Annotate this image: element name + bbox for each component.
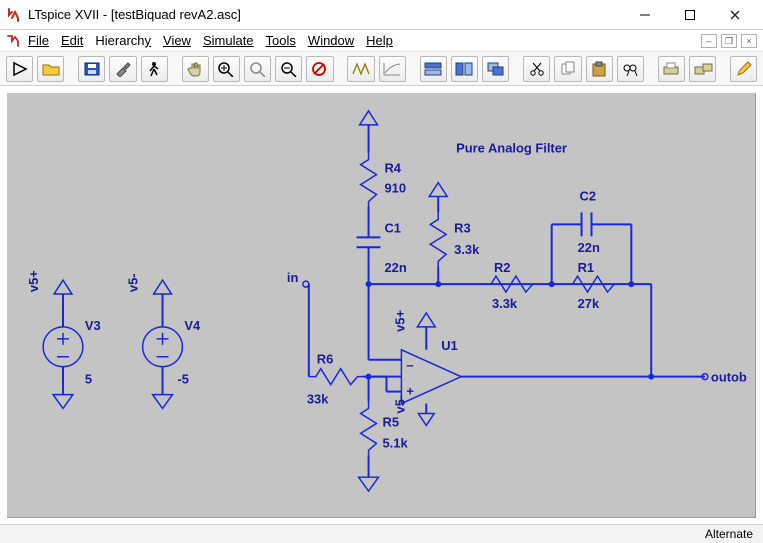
- component-R5[interactable]: [361, 402, 377, 456]
- mdi-minimize[interactable]: –: [701, 34, 717, 48]
- toolbar: [0, 52, 763, 86]
- rail-v5minus: v5-: [392, 395, 407, 414]
- component-C2[interactable]: [582, 212, 592, 236]
- menu-hierarchy[interactable]: Hierarchy: [95, 33, 151, 48]
- vcc-R3: [429, 183, 447, 205]
- label-V3[interactable]: V3: [85, 318, 101, 333]
- component-R4[interactable]: [361, 153, 377, 207]
- label-R2[interactable]: R2: [494, 260, 511, 275]
- menu-file[interactable]: File: [28, 33, 49, 48]
- zoom-out-icon[interactable]: [275, 56, 302, 82]
- label-R1[interactable]: R1: [578, 260, 595, 275]
- app-icon: [6, 7, 22, 23]
- gnd-V3: [53, 387, 73, 409]
- maximize-button[interactable]: [667, 1, 712, 29]
- cascade-icon[interactable]: [482, 56, 509, 82]
- menu-simulate[interactable]: Simulate: [203, 33, 254, 48]
- value-R4[interactable]: 910: [384, 181, 406, 196]
- label-C1[interactable]: C1: [384, 220, 401, 235]
- label-R6[interactable]: R6: [317, 352, 334, 367]
- svg-text:v5-: v5-: [126, 273, 141, 292]
- net-outob: outob: [711, 370, 747, 385]
- component-C1[interactable]: [357, 228, 381, 256]
- rail-v5plus: v5+: [392, 310, 407, 332]
- mdi-restore[interactable]: ❐: [721, 34, 737, 48]
- status-mode: Alternate: [705, 527, 753, 541]
- minimize-button[interactable]: [622, 1, 667, 29]
- zoom-in-icon[interactable]: [213, 56, 240, 82]
- doc-icon: [6, 33, 22, 49]
- label-C2[interactable]: C2: [580, 188, 597, 203]
- label-U1[interactable]: U1: [441, 338, 458, 353]
- value-R3[interactable]: 3.3k: [454, 242, 480, 257]
- find-icon[interactable]: [617, 56, 644, 82]
- pencil-icon[interactable]: [730, 56, 757, 82]
- vcc-R4: [360, 111, 378, 133]
- no-zoom-icon[interactable]: [306, 56, 333, 82]
- tile-h-icon[interactable]: [420, 56, 447, 82]
- status-bar: Alternate: [0, 524, 763, 543]
- running-man-icon[interactable]: [141, 56, 168, 82]
- label-R3[interactable]: R3: [454, 220, 471, 235]
- svg-text:v5+: v5+: [26, 270, 41, 292]
- pan-icon[interactable]: [182, 56, 209, 82]
- value-R6[interactable]: 33k: [307, 392, 329, 407]
- value-C2[interactable]: 22n: [578, 240, 600, 255]
- log-axis-icon[interactable]: [379, 56, 406, 82]
- value-R1[interactable]: 27k: [578, 296, 600, 311]
- component-R3[interactable]: [430, 212, 446, 266]
- component-R6[interactable]: [309, 369, 363, 385]
- menu-help[interactable]: Help: [366, 33, 393, 48]
- print-icon[interactable]: [658, 56, 685, 82]
- cut-icon[interactable]: [523, 56, 550, 82]
- net-in: in: [287, 270, 299, 285]
- print-setup-icon[interactable]: [689, 56, 716, 82]
- zoom-fit-icon[interactable]: [244, 56, 271, 82]
- value-V4[interactable]: -5: [177, 372, 189, 387]
- label-V4[interactable]: V4: [184, 318, 201, 333]
- schematic-viewport[interactable]: Pure Analog Filter: [0, 86, 763, 524]
- component-U1[interactable]: – +: [401, 350, 461, 404]
- value-R5[interactable]: 5.1k: [382, 435, 408, 450]
- save-button[interactable]: [78, 56, 105, 82]
- net-v5plus-flag: v5+: [26, 270, 72, 302]
- paste-icon[interactable]: [586, 56, 613, 82]
- open-button[interactable]: [37, 56, 64, 82]
- net-v5minus-flag: v5-: [126, 273, 172, 302]
- titlebar: LTspice XVII - [testBiquad revA2.asc]: [0, 0, 763, 30]
- value-V3[interactable]: 5: [85, 372, 92, 387]
- value-R2[interactable]: 3.3k: [492, 296, 518, 311]
- mdi-chrome: – ❐ ×: [701, 34, 757, 48]
- menu-edit[interactable]: Edit: [61, 33, 83, 48]
- close-button[interactable]: [712, 1, 757, 29]
- hammer-icon[interactable]: [109, 56, 136, 82]
- component-V4[interactable]: [143, 327, 183, 367]
- label-R4[interactable]: R4: [384, 161, 401, 176]
- menu-bar: File Edit Hierarchy View Simulate Tools …: [0, 30, 763, 52]
- value-C1[interactable]: 22n: [384, 260, 406, 275]
- menu-window[interactable]: Window: [308, 33, 354, 48]
- svg-text:–: –: [406, 358, 413, 373]
- menu-tools[interactable]: Tools: [266, 33, 296, 48]
- window-title: LTspice XVII - [testBiquad revA2.asc]: [28, 7, 241, 22]
- mdi-close[interactable]: ×: [741, 34, 757, 48]
- gnd-R5: [359, 469, 379, 491]
- label-R5[interactable]: R5: [382, 414, 399, 429]
- waveform-icon[interactable]: [347, 56, 374, 82]
- copy-icon[interactable]: [554, 56, 581, 82]
- svg-text:+: +: [406, 384, 414, 399]
- gnd-V4: [153, 387, 173, 409]
- run-button[interactable]: [6, 56, 33, 82]
- schematic-title: Pure Analog Filter: [456, 141, 567, 156]
- tile-v-icon[interactable]: [451, 56, 478, 82]
- menu-view[interactable]: View: [163, 33, 191, 48]
- component-V3[interactable]: [43, 327, 83, 367]
